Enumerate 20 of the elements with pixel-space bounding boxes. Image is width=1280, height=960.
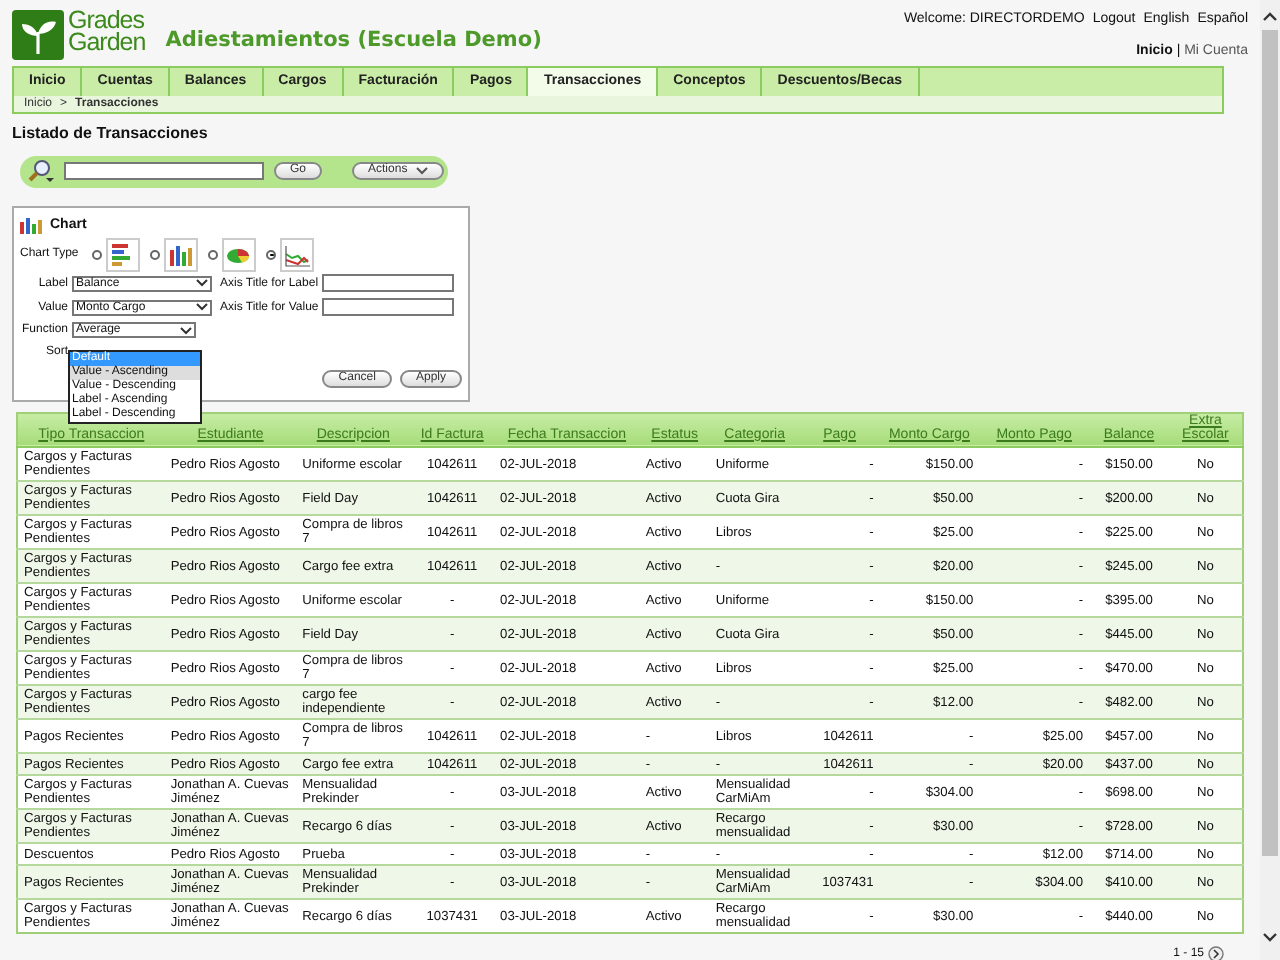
search-icon [28,158,56,185]
next-page-icon[interactable] [1208,946,1224,960]
caret-icon [196,278,208,289]
text-field[interactable] [322,298,455,317]
search-field[interactable] [64,162,264,181]
column-chart-icon [168,241,195,268]
radio-button[interactable] [208,249,219,260]
app-title: Adiestamientos (Escuela Demo) [165,30,542,54]
scrollbar[interactable] [1260,0,1280,960]
caret-icon [415,166,428,177]
radio-button[interactable] [266,249,277,260]
chart-icon [20,216,42,235]
text-field[interactable] [322,274,455,293]
page-title: Listado de Transacciones [12,126,210,144]
line-chart-icon [284,241,311,268]
logo-text: Grades [68,10,144,32]
logo-text: Garden [68,32,146,54]
radio-button[interactable] [92,249,103,260]
radio-button[interactable] [150,249,161,260]
logo-icon [12,10,64,60]
